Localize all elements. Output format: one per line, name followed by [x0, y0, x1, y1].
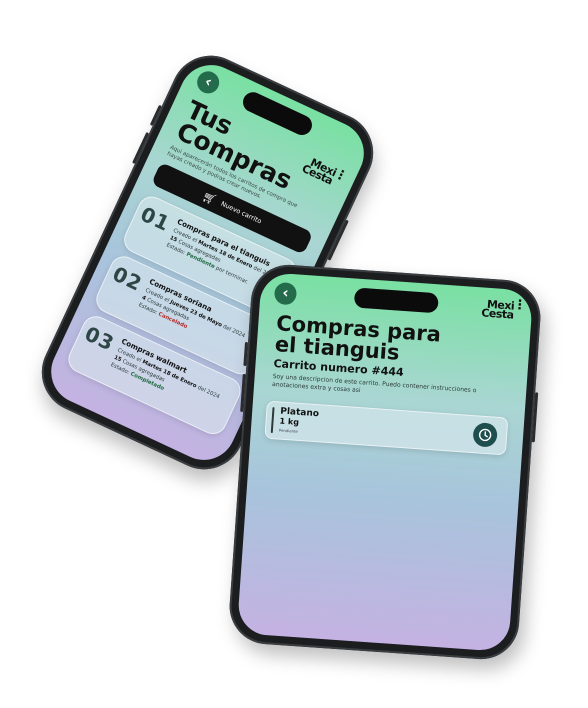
- phone-cart-detail: ‹ Mexi Cesta ⋮ Compras para el tianguis …: [227, 262, 543, 662]
- phone-side-button: [531, 392, 539, 443]
- back-button[interactable]: ‹: [193, 67, 223, 98]
- item-accent-bar: [270, 407, 275, 434]
- clock-icon[interactable]: [472, 422, 498, 448]
- dynamic-island: [353, 287, 439, 314]
- item-status: Pendiente: [278, 427, 299, 434]
- more-menu-icon[interactable]: ⋮: [332, 166, 350, 185]
- cart-screen: ‹ Mexi Cesta ⋮ Compras para el tianguis …: [236, 271, 534, 653]
- new-cart-label: Nuevo carrito: [219, 199, 263, 226]
- logo-line-2: Cesta: [480, 306, 515, 322]
- back-button[interactable]: ‹: [273, 281, 298, 306]
- cart-item[interactable]: Platano 1 kg Pendiente: [264, 400, 509, 456]
- mexicesta-logo: Mexi Cesta: [300, 156, 339, 187]
- purchase-number: 02: [108, 261, 147, 296]
- phone-side-button: [149, 104, 162, 126]
- more-menu-icon[interactable]: ⋮: [513, 298, 527, 314]
- created-suffix: del 2024: [196, 384, 221, 401]
- item-quantity: 1 kg: [279, 416, 300, 427]
- shopping-cart-icon: 🛒︎: [200, 188, 219, 207]
- created-suffix: del 2024: [221, 323, 246, 340]
- phone-side-button: [243, 341, 249, 367]
- purchase-number: 03: [81, 321, 119, 356]
- status-suffix: por terminar.: [214, 265, 250, 286]
- mexicesta-logo: Mexi Cesta: [480, 298, 515, 322]
- purchase-number: 01: [136, 201, 175, 237]
